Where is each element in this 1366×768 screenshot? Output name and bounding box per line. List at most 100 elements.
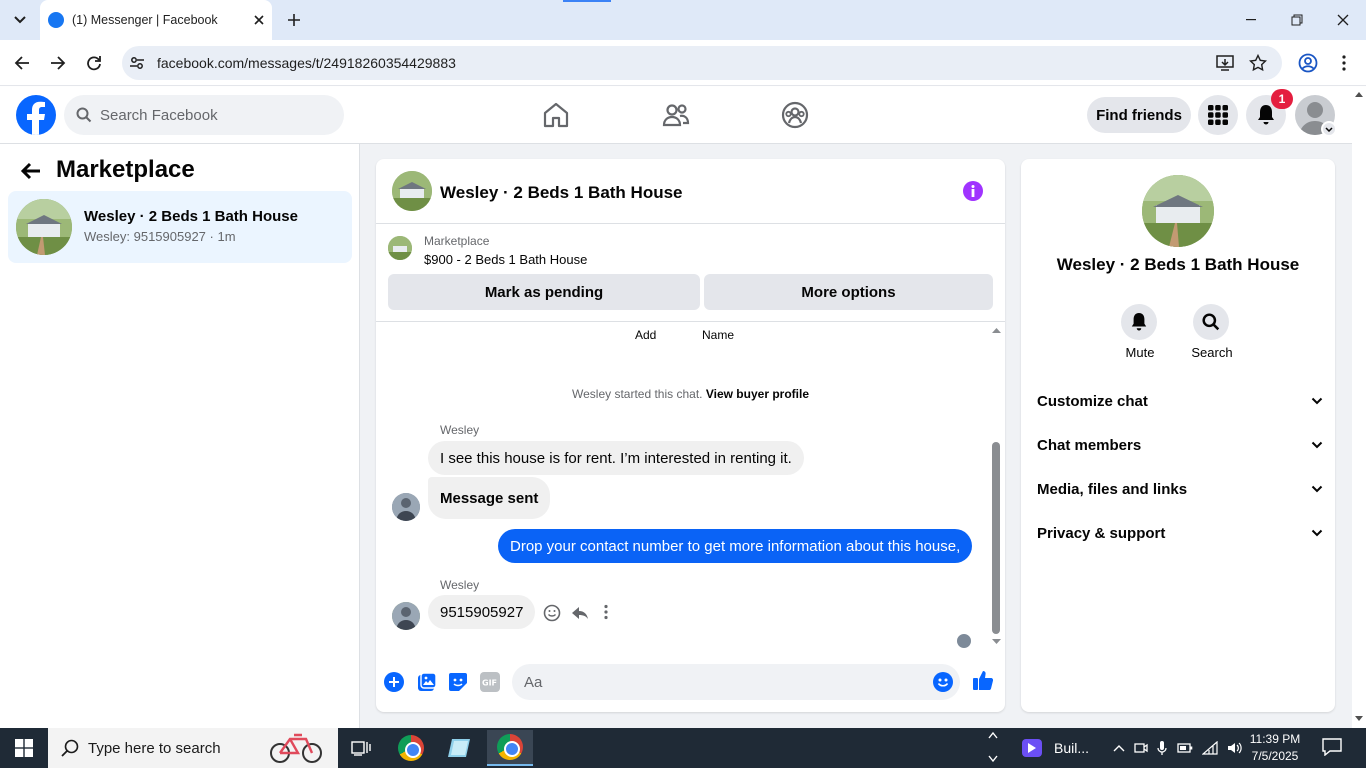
- chat-header-avatar[interactable]: [392, 171, 432, 211]
- more-options-button[interactable]: More options: [704, 274, 993, 310]
- home-nav-button[interactable]: [541, 100, 571, 130]
- system-message: Wesley started this chat. View buyer pro…: [376, 387, 1005, 401]
- wifi-icon: [1201, 741, 1218, 755]
- notification-center-button[interactable]: [1322, 738, 1344, 758]
- forward-button[interactable]: [46, 51, 70, 75]
- chat-header-title[interactable]: Wesley · 2 Beds 1 Bath House: [440, 183, 683, 203]
- restore-button[interactable]: [1274, 0, 1320, 40]
- mute-button[interactable]: [1121, 304, 1157, 340]
- sender-avatar: [392, 493, 420, 521]
- system-message-text: Wesley started this chat.: [572, 387, 703, 401]
- sender-avatar: [392, 602, 420, 630]
- reply-button[interactable]: [571, 604, 589, 622]
- send-like-button[interactable]: [972, 669, 994, 693]
- listing-thumbnail: [16, 199, 72, 255]
- plus-icon: [288, 14, 300, 26]
- emoji-button[interactable]: [933, 672, 953, 692]
- bookmark-button[interactable]: [1249, 54, 1267, 72]
- back-to-marketplace-button[interactable]: [20, 160, 44, 184]
- facebook-search-input[interactable]: Search Facebook: [64, 95, 344, 135]
- listing-source: Marketplace: [424, 234, 490, 248]
- clock-time: 11:39 PM: [1249, 732, 1301, 746]
- info-listing-avatar[interactable]: [1142, 175, 1214, 247]
- facebook-logo-icon[interactable]: [16, 95, 56, 135]
- profile-button[interactable]: [1298, 53, 1318, 73]
- reload-button[interactable]: [82, 51, 106, 75]
- page-scrollbar[interactable]: [1352, 87, 1366, 728]
- browser-tab[interactable]: (1) Messenger | Facebook: [40, 0, 272, 40]
- system-tray[interactable]: [1108, 738, 1248, 758]
- listing-divider: [376, 321, 1005, 322]
- scrollbar-thumb[interactable]: [992, 442, 1000, 634]
- seen-avatar: [957, 634, 971, 648]
- search-in-chat-button[interactable]: [1193, 304, 1229, 340]
- add-action-label[interactable]: Add: [635, 328, 656, 342]
- groups-nav-button[interactable]: [780, 100, 810, 130]
- search-placeholder: Search Facebook: [100, 106, 218, 124]
- scroll-down-icon[interactable]: [1352, 714, 1366, 724]
- scroll-up-icon[interactable]: [1352, 89, 1366, 99]
- taskbar-scroll-arrows[interactable]: [986, 730, 1000, 766]
- taskbar-chrome-app[interactable]: [388, 730, 434, 766]
- chevron-up-icon: [1113, 745, 1125, 752]
- message-input[interactable]: Aa: [512, 664, 960, 700]
- plus-icon: [389, 677, 399, 687]
- back-button[interactable]: [10, 51, 34, 75]
- message-bubble[interactable]: Message sent: [428, 477, 551, 519]
- more-actions-button[interactable]: [384, 672, 404, 692]
- facebook-favicon-icon: [48, 12, 64, 28]
- new-tab-button[interactable]: [282, 8, 306, 32]
- section-label: Privacy & support: [1037, 524, 1166, 542]
- name-action-label[interactable]: Name: [702, 328, 734, 342]
- react-button[interactable]: [543, 604, 561, 622]
- sender-name: Wesley: [440, 578, 480, 592]
- privacy-support-section[interactable]: Privacy & support: [1037, 519, 1323, 547]
- message-input-placeholder: Aa: [524, 673, 543, 691]
- chat-members-section[interactable]: Chat members: [1037, 431, 1323, 459]
- taskbar-app[interactable]: [437, 730, 483, 766]
- taskbar-clock[interactable]: 11:39 PM 7/5/2025: [1240, 731, 1310, 765]
- view-buyer-profile-link[interactable]: View buyer profile: [706, 387, 809, 401]
- minimize-button[interactable]: [1228, 0, 1274, 40]
- chat-scrollbar[interactable]: [988, 322, 1005, 652]
- message-bubble[interactable]: 9515905927: [428, 595, 536, 629]
- listing-price-title[interactable]: $900 - 2 Beds 1 Bath House: [424, 252, 587, 267]
- close-window-button[interactable]: [1320, 0, 1366, 40]
- mark-as-pending-button[interactable]: Mark as pending: [388, 274, 700, 310]
- scroll-up-icon[interactable]: [988, 324, 1005, 336]
- task-view-button[interactable]: [338, 730, 384, 766]
- gif-button[interactable]: GIF: [480, 672, 500, 692]
- section-label: Media, files and links: [1037, 480, 1188, 498]
- conversation-info-button[interactable]: [963, 181, 983, 201]
- media-files-links-section[interactable]: Media, files and links: [1037, 475, 1323, 503]
- customize-chat-section[interactable]: Customize chat: [1037, 387, 1323, 415]
- battery-icon: [1176, 743, 1192, 753]
- browser-menu-button[interactable]: [1338, 54, 1350, 72]
- message-bubble[interactable]: I see this house is for rent. I’m intere…: [428, 441, 804, 475]
- account-chevron[interactable]: [1321, 121, 1337, 137]
- sticker-button[interactable]: [448, 672, 468, 692]
- taskbar-widget-app[interactable]: Buil...: [1022, 736, 1089, 760]
- chat-bubble-icon: [1322, 738, 1342, 756]
- friends-nav-button[interactable]: [661, 100, 691, 130]
- find-friends-button[interactable]: Find friends: [1087, 97, 1191, 133]
- address-bar[interactable]: facebook.com/messages/t/2491826035442988…: [122, 46, 1282, 80]
- close-icon[interactable]: [254, 15, 264, 25]
- thumbs-up-icon: [973, 671, 994, 690]
- page-title: Marketplace: [56, 156, 195, 183]
- conversation-list-item[interactable]: Wesley · 2 Beds 1 Bath House Wesley: 951…: [8, 191, 352, 263]
- attach-photo-button[interactable]: [417, 672, 437, 692]
- kebab-menu-icon: [1342, 55, 1346, 71]
- message-more-button[interactable]: [603, 604, 613, 622]
- start-button[interactable]: [0, 728, 48, 768]
- scroll-down-icon[interactable]: [988, 636, 1005, 648]
- outgoing-message-bubble[interactable]: Drop your contact number to get more inf…: [498, 529, 973, 563]
- tab-search-button[interactable]: [8, 8, 32, 32]
- chevron-down-icon: [1311, 529, 1323, 537]
- scroll-up-icon[interactable]: [986, 730, 1000, 740]
- menu-button[interactable]: [1198, 95, 1238, 135]
- taskbar-chrome-active[interactable]: [487, 730, 533, 766]
- site-info-button[interactable]: [129, 55, 145, 71]
- scroll-down-icon[interactable]: [986, 754, 1000, 764]
- install-app-button[interactable]: [1216, 54, 1234, 72]
